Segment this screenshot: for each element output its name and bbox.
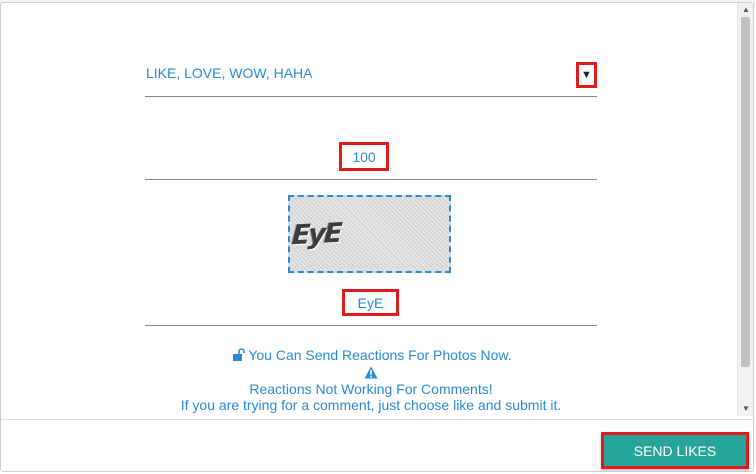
captcha-image-text: EyE xyxy=(291,217,342,252)
scroll-up-arrow-icon[interactable]: ▲ xyxy=(738,4,753,16)
reaction-select[interactable]: LIKE, LOVE, WOW, HAHA ▼ xyxy=(145,57,597,97)
warning-icon xyxy=(364,366,378,379)
info-line-3: If you are trying for a comment, just ch… xyxy=(180,397,562,413)
modal-scrollbar[interactable]: ▲ ▼ xyxy=(737,3,753,416)
captcha-row: EyE xyxy=(145,289,597,326)
send-likes-modal: LIKE, LOVE, WOW, HAHA ▼ 100 EyE EyE You … xyxy=(0,2,754,472)
info-line-1: You Can Send Reactions For Photos Now. xyxy=(147,347,597,363)
captcha-input[interactable]: EyE xyxy=(342,289,399,316)
reaction-select-value: LIKE, LOVE, WOW, HAHA xyxy=(146,65,313,81)
caret-down-icon[interactable]: ▼ xyxy=(576,62,597,88)
count-row: 100 xyxy=(145,142,597,180)
scroll-down-arrow-icon[interactable]: ▼ xyxy=(738,403,753,415)
captcha-image: EyE xyxy=(288,195,451,273)
modal-footer: SEND LIKES xyxy=(1,419,753,471)
unlock-icon xyxy=(233,348,246,361)
info-line-2: Reactions Not Working For Comments! xyxy=(249,381,493,397)
modal-body: LIKE, LOVE, WOW, HAHA ▼ 100 EyE EyE You … xyxy=(1,3,739,416)
scrollbar-thumb[interactable] xyxy=(741,17,750,367)
reaction-count-input[interactable]: 100 xyxy=(339,142,389,171)
info-message: You Can Send Reactions For Photos Now. R… xyxy=(145,347,597,413)
info-line-1-text: You Can Send Reactions For Photos Now. xyxy=(248,347,512,363)
send-likes-button[interactable]: SEND LIKES xyxy=(601,432,749,469)
